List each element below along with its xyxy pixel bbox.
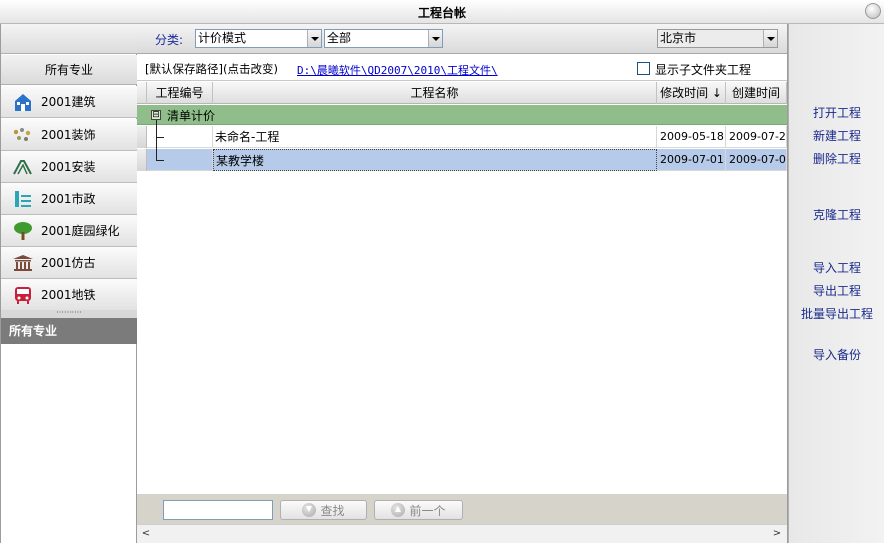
cell-name: 某教学楼 <box>213 149 657 171</box>
row-indicator <box>137 126 147 148</box>
row-indicator <box>137 149 147 171</box>
subway-icon <box>11 284 35 306</box>
chevron-down-icon <box>307 30 321 47</box>
previous-button[interactable]: 前一个 <box>374 500 463 520</box>
table-row[interactable]: 未命名-工程 2009-05-18 2009-07-27 <box>137 126 787 148</box>
collapse-toggle[interactable]: ⊟ <box>151 110 161 120</box>
import-backup-link[interactable]: 导入备份 <box>789 346 884 363</box>
sidebar-item-label: 2001建筑 <box>41 95 96 109</box>
filter-bar: 分类: 计价模式 全部 北京市 <box>137 24 787 54</box>
cell-created: 2009-07-27 <box>726 126 787 148</box>
pricing-mode-value: 计价模式 <box>198 31 247 45</box>
sidebar-item-label: 2001装饰 <box>41 128 96 142</box>
chevron-down-icon <box>763 30 777 47</box>
arrow-down-circle-icon <box>302 503 317 517</box>
tree-connector-line <box>156 160 164 161</box>
sidebar-item-label: 2001市政 <box>41 192 96 206</box>
city-value: 北京市 <box>660 31 697 45</box>
export-project-link[interactable]: 导出工程 <box>789 282 884 299</box>
sidebar-item-installation[interactable]: 2001安装 <box>1 151 137 183</box>
chevron-down-icon <box>428 30 442 47</box>
save-path-bar: [默认保存路径](点击改变) D:\晨曦软件\QD2007\2010\工程文件\… <box>137 55 787 81</box>
find-button-label: 查找 <box>320 503 345 518</box>
scroll-left-icon[interactable]: < <box>140 528 152 540</box>
sidebar-item-building[interactable]: 2001建筑 <box>1 86 137 118</box>
new-project-link[interactable]: 新建工程 <box>789 127 884 144</box>
arrow-up-circle-icon <box>391 503 406 517</box>
open-project-link[interactable]: 打开工程 <box>789 104 884 121</box>
table-row[interactable]: 某教学楼 2009-07-01 2009-07-01 <box>137 149 787 171</box>
search-input[interactable] <box>163 500 273 520</box>
show-subfolder-checkbox[interactable] <box>637 62 650 75</box>
sidebar-item-label: 2001仿古 <box>41 256 96 270</box>
import-project-link[interactable]: 导入工程 <box>789 259 884 276</box>
sidebar-item-decoration[interactable]: 2001装饰 <box>1 119 137 151</box>
column-header-created[interactable]: 创建时间 <box>726 82 787 104</box>
sidebar-item-subway[interactable]: 2001地铁 <box>1 279 137 311</box>
scope-select[interactable]: 全部 <box>324 29 443 48</box>
save-path-link[interactable]: D:\晨曦软件\QD2007\2010\工程文件\ <box>297 62 498 78</box>
horizontal-scrollbar[interactable]: < > <box>137 524 787 543</box>
project-table: 工程编号 工程名称 修改时间 ↓ 创建时间 ⊟ 清单计价 未命名-工程 2009… <box>137 82 787 494</box>
window-titlebar: 工程台帐 <box>0 0 884 24</box>
sidebar-item-landscaping[interactable]: 2001庭园绿化 <box>1 215 137 247</box>
header-indicator <box>137 82 147 104</box>
batch-export-link[interactable]: 批量导出工程 <box>789 305 884 322</box>
group-row-bill-pricing[interactable]: ⊟ 清单计价 <box>137 105 787 125</box>
search-bar: 查找 前一个 <box>137 494 787 524</box>
previous-button-label: 前一个 <box>409 503 446 518</box>
cell-created: 2009-07-01 <box>726 149 787 171</box>
sidebar-all-specialties-header[interactable]: 所有专业 <box>1 55 137 85</box>
sidebar-top-spacer <box>1 24 137 54</box>
column-header-name[interactable]: 工程名称 <box>213 82 657 104</box>
group-label: 清单计价 <box>167 109 216 123</box>
sidebar-item-label: 2001安装 <box>41 160 96 174</box>
specialty-sidebar: 所有专业 2001建筑 2001装饰 2001安装 2001市政 2001庭园绿… <box>0 24 137 543</box>
tree-icon <box>11 220 35 242</box>
delete-project-link[interactable]: 删除工程 <box>789 150 884 167</box>
cell-name: 未命名-工程 <box>213 126 657 148</box>
city-select[interactable]: 北京市 <box>657 29 778 48</box>
find-button[interactable]: 查找 <box>280 500 367 520</box>
installation-icon <box>11 156 35 178</box>
window-title: 工程台帐 <box>417 6 466 20</box>
sidebar-item-label: 2001地铁 <box>41 288 96 302</box>
table-header: 工程编号 工程名称 修改时间 ↓ 创建时间 <box>137 82 787 104</box>
tree-connector-line <box>156 120 157 160</box>
tree-connector-line <box>156 137 164 138</box>
sidebar-item-municipal[interactable]: 2001市政 <box>1 183 137 215</box>
column-header-code[interactable]: 工程编号 <box>147 82 213 104</box>
sidebar-item-antique[interactable]: 2001仿古 <box>1 247 137 279</box>
pricing-mode-select[interactable]: 计价模式 <box>195 29 322 48</box>
action-panel: 打开工程 新建工程 删除工程 克隆工程 导入工程 导出工程 批量导出工程 导入备… <box>788 24 884 543</box>
municipal-icon <box>11 188 35 210</box>
project-list-panel: 分类: 计价模式 全部 北京市 [默认保存路径](点击改变) D:\晨曦软件\Q… <box>137 24 788 543</box>
building-icon <box>11 91 35 113</box>
sidebar-item-label: 2001庭园绿化 <box>41 224 120 238</box>
decoration-icon <box>11 124 35 146</box>
scroll-right-icon[interactable]: > <box>771 528 783 540</box>
cell-modified: 2009-07-01 <box>657 149 726 171</box>
temple-icon <box>11 252 35 274</box>
show-subfolder-label: 显示子文件夹工程 <box>655 63 752 77</box>
save-path-hint: [默认保存路径](点击改变) <box>145 62 278 76</box>
cell-modified: 2009-05-18 <box>657 126 726 148</box>
sidebar-all-specialties-bar[interactable]: 所有专业 <box>1 318 137 344</box>
window-close-button[interactable] <box>865 3 881 19</box>
column-header-modified[interactable]: 修改时间 ↓ <box>657 82 726 104</box>
clone-project-link[interactable]: 克隆工程 <box>789 206 884 223</box>
sidebar-splitter[interactable]: ·········· <box>1 309 137 318</box>
category-label: 分类: <box>155 33 184 47</box>
scope-value: 全部 <box>327 31 352 45</box>
